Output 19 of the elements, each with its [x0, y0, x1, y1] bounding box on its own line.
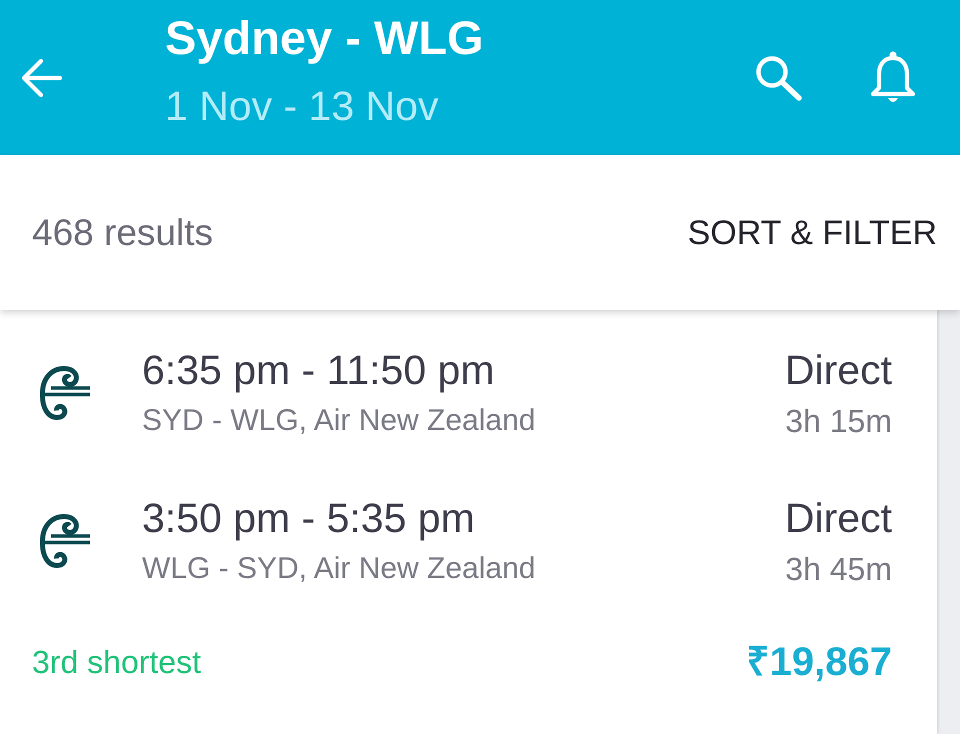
- route-airline: WLG - SYD, Air New Zealand: [142, 551, 536, 587]
- flight-card[interactable]: 6:35 pm - 11:50 pm SYD - WLG, Air New Zealand Direct 3h 15m 3:50 pm - 5:35 pm WLG - SYD, Air New Zealand Direct 3h 45m 3rd shortest ₹19,867: [0, 310, 937, 734]
- flight-duration: 3h 45m: [785, 550, 892, 588]
- search-icon: [754, 54, 802, 100]
- flight-duration: 3h 15m: [785, 402, 892, 440]
- stops-label: Direct: [784, 346, 892, 394]
- sort-filter-button[interactable]: SORT & FILTER: [688, 210, 937, 254]
- spiral-logo-icon: [38, 364, 90, 422]
- back-arrow-icon: [20, 58, 62, 98]
- flight-times: 3:50 pm - 5:35 pm: [142, 494, 475, 542]
- date-range: 1 Nov - 13 Nov: [165, 82, 438, 130]
- results-count: 468 results: [32, 210, 213, 254]
- route-title: Sydney - WLG: [165, 10, 484, 66]
- price: ₹19,867: [746, 639, 892, 686]
- route-airline: SYD - WLG, Air New Zealand: [142, 403, 536, 439]
- duration-rank-label: 3rd shortest: [32, 643, 201, 682]
- flight-times: 6:35 pm - 11:50 pm: [142, 346, 494, 394]
- stops-label: Direct: [784, 494, 892, 542]
- spiral-logo-icon: [38, 512, 90, 570]
